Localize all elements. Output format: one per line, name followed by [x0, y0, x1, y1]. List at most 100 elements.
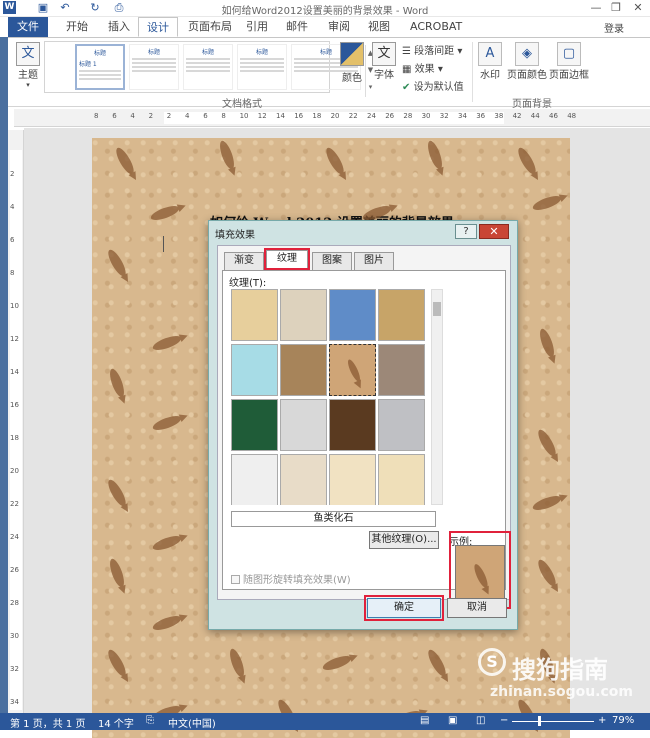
zoom-slider-thumb[interactable] [538, 716, 541, 726]
read-mode-icon[interactable]: ▤ [420, 715, 429, 726]
fish-fossil [537, 327, 557, 359]
page-count[interactable]: 第 1 页，共 1 页 [10, 715, 85, 730]
zoom-level[interactable]: 79% [612, 715, 634, 726]
ruler-tick-label: 18 [312, 112, 322, 120]
tab-mailings[interactable]: 邮件 [278, 17, 316, 37]
zoom-slider[interactable] [512, 721, 594, 722]
texture-swatch[interactable] [378, 344, 425, 396]
tab-layout[interactable]: 页面布局 [180, 17, 240, 37]
style-set-item[interactable]: 标题 [129, 44, 179, 90]
texture-swatch[interactable] [329, 289, 376, 341]
vertical-ruler[interactable]: 2 4 6 8 10 12 14 16 18 20 22 24 26 28 30 32 34 [8, 130, 24, 715]
login-link[interactable]: 登录 [604, 20, 624, 35]
style-set-item[interactable]: 标题 标题 1 [75, 44, 125, 90]
help-icon[interactable]: ? [455, 224, 477, 239]
web-layout-icon[interactable]: ◫ [476, 715, 485, 726]
fonts-icon: 文 [372, 42, 396, 66]
paragraph-spacing-icon: ☰ [402, 46, 411, 57]
horizontal-ruler[interactable]: 8 6 4 2 2 4 6 8 10 12 14 16 18 20 22 24 26 28 30 32 34 36 38 42… [14, 109, 650, 127]
ruler-tick-label: 14 [10, 368, 19, 376]
cancel-button[interactable]: 取消 [447, 598, 507, 618]
ruler-tick-label: 46 [549, 112, 558, 120]
texture-scrollbar[interactable] [431, 289, 443, 505]
tab-pattern[interactable]: 图案 [312, 252, 352, 270]
texture-swatch[interactable] [280, 454, 327, 505]
ruler-tick-label: 26 [10, 566, 19, 574]
texture-swatch[interactable] [231, 399, 278, 451]
texture-swatch[interactable] [378, 399, 425, 451]
texture-swatch[interactable] [231, 454, 278, 505]
fill-effects-dialog: 填充效果 ? ✕ 渐变 纹理 图案 图片 纹理(T): 鱼类化石 其他纹理(O)… [208, 220, 518, 630]
ruler-tick-label: 8 [94, 112, 99, 120]
watermark-text: 搜狗指南 [512, 656, 608, 684]
tab-gradient[interactable]: 渐变 [224, 252, 264, 270]
watermark-button[interactable]: A 水印 [476, 42, 504, 81]
ruler-tick-label: 6 [112, 112, 117, 120]
ruler-tick-label: 12 [10, 335, 19, 343]
texture-swatch[interactable] [280, 399, 327, 451]
more-textures-button[interactable]: 其他纹理(O)... [369, 531, 439, 549]
texture-swatch[interactable] [329, 344, 376, 396]
language-indicator[interactable]: 中文(中国) [168, 715, 216, 730]
watermark-url: zhinan.sogou.com [490, 684, 633, 700]
proofing-icon[interactable]: ⎘ [146, 715, 154, 726]
sogou-logo-icon: S [478, 648, 506, 676]
zoom-out-button[interactable]: − [500, 715, 508, 726]
ruler-tick-label: 4 [130, 112, 135, 120]
fish-fossil [107, 557, 127, 589]
set-default-button[interactable]: ✔ 设为默认值 [402, 78, 464, 93]
ruler-tick-label: 2 [148, 112, 154, 120]
effects-button[interactable]: ▦ 效果 ▾ [402, 60, 443, 75]
texture-swatch[interactable] [280, 344, 327, 396]
paragraph-spacing-button[interactable]: ☰ 段落间距 ▾ [402, 42, 462, 57]
colors-icon [340, 42, 364, 66]
tab-file[interactable]: 文件 [8, 17, 48, 37]
ruler-tick-label: 6 [10, 236, 15, 244]
selected-texture-name: 鱼类化石 [231, 511, 436, 527]
texture-swatch[interactable] [280, 289, 327, 341]
style-set-item[interactable]: 标题 [237, 44, 287, 90]
texture-swatch[interactable] [378, 454, 425, 505]
minimize-icon[interactable]: — [588, 1, 604, 15]
texture-swatch[interactable] [378, 289, 425, 341]
tab-design[interactable]: 设计 [138, 17, 178, 37]
tab-home[interactable]: 开始 [58, 17, 96, 37]
close-icon[interactable]: ✕ [479, 224, 509, 239]
ruler-tick-label: 32 [439, 112, 449, 120]
page-border-icon: ▢ [557, 42, 581, 66]
ruler-tick-label: 34 [10, 698, 19, 706]
tab-view[interactable]: 视图 [360, 17, 398, 37]
ruler-tick-label: 2 [10, 170, 15, 178]
tab-references[interactable]: 引用 [238, 17, 276, 37]
fonts-button[interactable]: 文 字体 [370, 42, 398, 81]
restore-icon[interactable]: ❐ [608, 1, 624, 15]
texture-grid [231, 289, 427, 505]
print-layout-icon[interactable]: ▣ [448, 715, 457, 726]
texture-swatch[interactable] [329, 454, 376, 505]
tab-review[interactable]: 审阅 [320, 17, 358, 37]
texture-swatch[interactable] [231, 344, 278, 396]
page-color-button[interactable]: ◈ 页面颜色 [506, 42, 548, 81]
fish-fossil [105, 247, 129, 279]
fish-fossil [425, 139, 445, 171]
colors-label: 颜色 [342, 73, 362, 84]
zoom-in-button[interactable]: + [598, 715, 606, 726]
tab-picture[interactable]: 图片 [354, 252, 394, 270]
rotate-with-shape-checkbox[interactable]: 随图形旋转填充效果(W) [231, 571, 351, 586]
tab-acrobat[interactable]: ACROBAT [402, 17, 470, 37]
fish-fossil [531, 493, 563, 513]
fonts-label: 字体 [374, 70, 394, 81]
text-cursor [163, 236, 164, 252]
close-icon[interactable]: ✕ [630, 1, 646, 15]
ruler-tick-label: 10 [10, 302, 19, 310]
ruler-tick-label: 4 [185, 112, 190, 120]
colors-button[interactable]: 颜色 [336, 42, 368, 84]
word-count[interactable]: 14 个字 [98, 715, 134, 730]
page-border-button[interactable]: ▢ 页面边框 [548, 42, 590, 81]
texture-swatch[interactable] [329, 399, 376, 451]
fish-fossil [151, 413, 183, 433]
tab-insert[interactable]: 插入 [100, 17, 138, 37]
theme-button[interactable]: 文 主题 ▾ [14, 42, 42, 89]
style-set-item[interactable]: 标题 [183, 44, 233, 90]
texture-swatch[interactable] [231, 289, 278, 341]
